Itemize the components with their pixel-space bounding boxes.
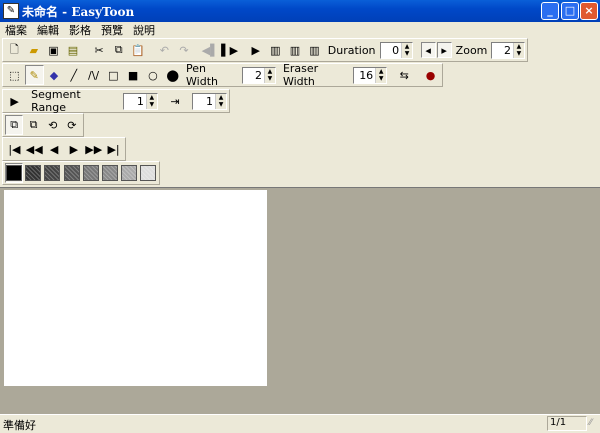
zoom-spinner[interactable]: 2 ▲ ▼ xyxy=(491,41,525,59)
duration-spinner[interactable]: 0 ▲ ▼ xyxy=(379,41,414,59)
drawing-toolbar: ⬚ ✎ ◆ ╱ /\/ □ ■ ○ ● Pen Width 2 ▲ ▼ Eraser… xyxy=(2,62,443,88)
main-toolbar: 🗋 ▰ ▣ ▤ ✂ ⧉ 📋 ↶ ↷ ◀▌ ▌▶ ▶ ▥ ▥ ▥ Duration… xyxy=(2,38,528,62)
segment-start-spinner[interactable]: 1 ▲ ▼ xyxy=(123,92,158,110)
pattern-swatch[interactable] xyxy=(43,163,61,183)
pen-width-label: Pen Width xyxy=(186,62,218,88)
fast-forward-icon[interactable]: ▶▶ xyxy=(84,139,103,159)
eraser-width-spinner[interactable]: 16 ▲ ▼ xyxy=(353,66,388,84)
pattern-swatch[interactable] xyxy=(101,163,119,183)
film-delete-icon[interactable]: ▥ xyxy=(305,40,324,60)
pencil-icon[interactable]: ✎ xyxy=(24,65,44,85)
pattern-swatch-fill xyxy=(82,165,99,181)
polyline-icon[interactable]: /\/ xyxy=(84,65,103,85)
rectangle-icon[interactable]: □ xyxy=(104,65,123,85)
last-frame-icon[interactable]: ▶| xyxy=(104,139,123,159)
drawing-canvas[interactable] xyxy=(4,190,267,386)
menu-help[interactable]: 說明 xyxy=(128,22,160,39)
segment-range-icon[interactable]: ⇥ xyxy=(166,91,185,111)
pattern-swatch-fill xyxy=(63,165,80,181)
color-picker-icon[interactable]: ● xyxy=(421,65,440,85)
pattern-swatch[interactable] xyxy=(82,163,100,183)
line-icon[interactable]: ╱ xyxy=(64,65,83,85)
filled-rectangle-icon[interactable]: ■ xyxy=(124,65,143,85)
zoom-label: Zoom xyxy=(455,43,488,57)
film-insert-icon[interactable]: ▥ xyxy=(266,40,285,60)
pattern-swatch-fill xyxy=(120,165,137,181)
title-bar: ✎ 未命名 - EasyToon _ □ × xyxy=(0,0,600,22)
maximize-button[interactable]: □ xyxy=(561,2,579,20)
pen-width-spinner[interactable]: 2 ▲ ▼ xyxy=(242,66,276,84)
pattern-swatch-fill xyxy=(6,165,23,181)
segment-toolbar: ▶ Segment Range 1 ▲ ▼ ⇥ 1 ▲ ▼ xyxy=(2,88,230,114)
app-icon: ✎ xyxy=(3,3,19,19)
step-forward-icon[interactable]: ▶ xyxy=(64,139,83,159)
pattern-toolbar xyxy=(2,161,160,185)
pattern-swatch[interactable] xyxy=(62,163,80,183)
layer-flip-icon[interactable]: ⟳ xyxy=(63,115,81,135)
menu-preview[interactable]: 預覽 xyxy=(96,22,128,39)
export-icon[interactable]: ▤ xyxy=(64,40,83,60)
pattern-swatch-fill xyxy=(101,165,118,181)
pattern-swatch[interactable] xyxy=(139,163,157,183)
fill-icon[interactable]: ◆ xyxy=(45,65,64,85)
eraser-width-label: Eraser Width xyxy=(282,62,319,88)
page-indicator: 1/1 xyxy=(547,416,587,431)
previous-frame-icon[interactable]: ◀▌ xyxy=(201,40,220,60)
select-icon[interactable]: ⬚ xyxy=(5,65,24,85)
film-copy-icon[interactable]: ▥ xyxy=(286,40,305,60)
copy-icon[interactable]: ⧉ xyxy=(109,40,128,60)
duration-label: Duration xyxy=(327,43,376,57)
first-frame-icon[interactable]: |◀ xyxy=(5,139,24,159)
undo-icon[interactable]: ↶ xyxy=(155,40,174,60)
minimize-button[interactable]: _ xyxy=(541,2,559,20)
pattern-swatch-fill xyxy=(44,165,61,181)
open-folder-icon[interactable]: ▰ xyxy=(25,40,44,60)
pattern-swatch-fill xyxy=(139,165,156,181)
layer-rotate-icon[interactable]: ⟲ xyxy=(44,115,62,135)
paste-icon[interactable]: 📋 xyxy=(129,40,148,60)
menu-edit[interactable]: 編輯 xyxy=(32,22,64,39)
pattern-swatch[interactable] xyxy=(5,163,24,183)
close-button[interactable]: × xyxy=(580,2,598,20)
redo-icon[interactable]: ↷ xyxy=(175,40,194,60)
filled-ellipse-icon[interactable]: ● xyxy=(163,65,182,85)
window-title: 未命名 - EasyToon xyxy=(22,5,135,19)
next-frame-icon[interactable]: ▌▶ xyxy=(220,40,239,60)
swap-colors-icon[interactable]: ⇆ xyxy=(395,65,414,85)
save-icon[interactable]: ▣ xyxy=(44,40,63,60)
step-back-icon[interactable]: ◀ xyxy=(45,139,64,159)
new-file-icon[interactable]: 🗋 xyxy=(5,40,24,60)
resize-grip-icon[interactable]: ⁄⁄ xyxy=(589,418,592,428)
menu-bar: 檔案 編輯 影格 預覽 說明 xyxy=(0,22,600,39)
rewind-icon[interactable]: ◀◀ xyxy=(25,139,44,159)
navigation-toolbar: |◀ ◀◀ ◀ ▶ ▶▶ ▶| xyxy=(2,137,126,161)
status-bar: 準備好 1/1 ⁄⁄ xyxy=(0,414,600,432)
workspace xyxy=(0,187,600,414)
play-icon[interactable]: ▶ xyxy=(247,40,266,60)
layer-toolbar: ⧉ ⧉ ⟲ ⟳ xyxy=(2,113,84,137)
menu-frame[interactable]: 影格 xyxy=(64,22,96,39)
pattern-swatch[interactable] xyxy=(120,163,138,183)
menu-file[interactable]: 檔案 xyxy=(0,22,32,39)
layer-insert-icon[interactable]: ⧉ xyxy=(5,115,24,135)
ellipse-icon[interactable]: ○ xyxy=(143,65,162,85)
play-segment-icon[interactable]: ▶ xyxy=(5,91,24,111)
pattern-swatch-fill xyxy=(25,165,42,181)
segment-end-spinner[interactable]: 1 ▲ ▼ xyxy=(192,92,227,110)
segment-range-label: Segment Range xyxy=(31,88,81,114)
layer-append-icon[interactable]: ⧉ xyxy=(24,115,42,135)
zoom-in-icon[interactable]: ▸ xyxy=(436,42,452,58)
cut-icon[interactable]: ✂ xyxy=(90,40,109,60)
pattern-swatch[interactable] xyxy=(24,163,42,183)
zoom-out-icon[interactable]: ◂ xyxy=(420,42,436,58)
